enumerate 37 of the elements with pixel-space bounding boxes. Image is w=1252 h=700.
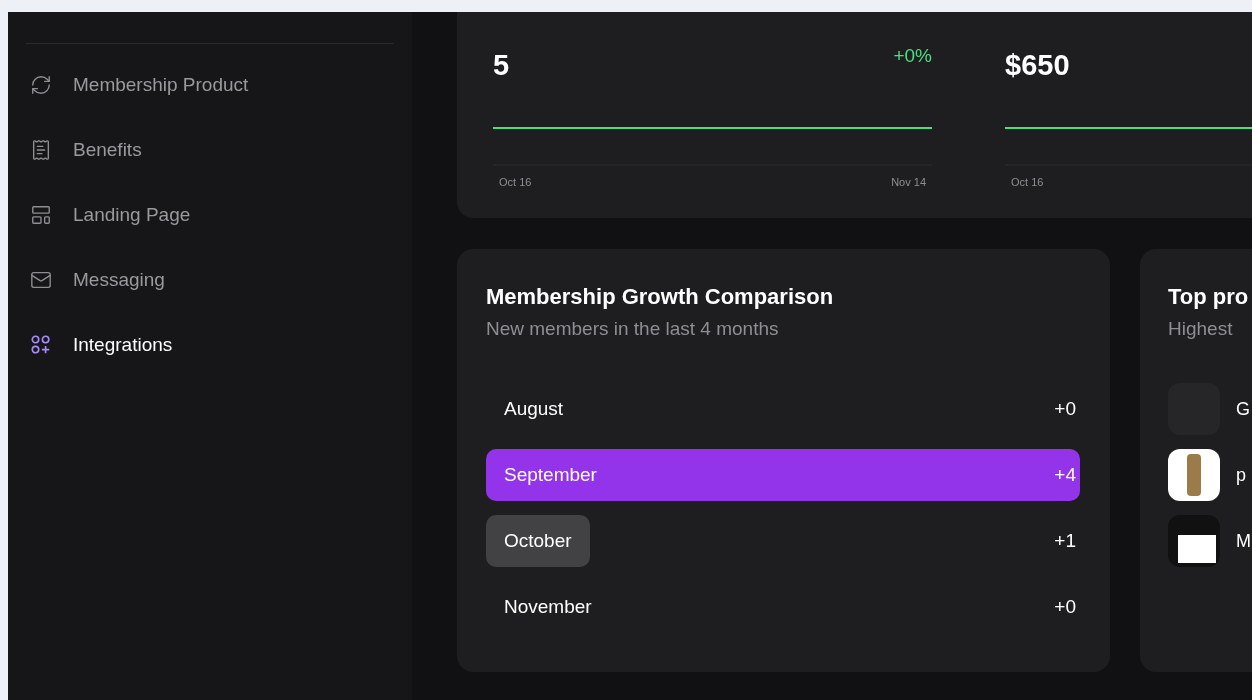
month-label: September xyxy=(503,462,598,487)
month-label: November xyxy=(503,594,593,619)
product-name: M xyxy=(1236,529,1251,553)
month-row[interactable]: September +4 xyxy=(486,449,1080,501)
growth-value: +0 xyxy=(1054,594,1076,619)
apps-icon xyxy=(30,334,52,356)
date-label: Oct 16 xyxy=(1011,175,1044,190)
date-label: Nov 14 xyxy=(891,175,926,190)
month-row[interactable]: October +1 xyxy=(486,515,1080,567)
growth-value: +0 xyxy=(1054,396,1076,421)
stat-value: $650 xyxy=(1005,51,1070,80)
card-title: Top pro xyxy=(1168,283,1250,311)
date-label: Oct 16 xyxy=(499,175,532,190)
product-name: p xyxy=(1236,463,1246,487)
mail-icon xyxy=(30,269,52,291)
month-label: August xyxy=(503,396,565,421)
layout-icon xyxy=(30,204,52,226)
nav-item[interactable]: Messaging xyxy=(26,258,394,302)
card-subtitle: Highest xyxy=(1168,316,1234,341)
nav-item[interactable]: Membership Product xyxy=(26,63,394,107)
stat-value: 5 xyxy=(493,51,510,80)
card-title: Membership Growth Comparison xyxy=(486,283,835,311)
month-row[interactable]: August +0 xyxy=(486,383,1080,435)
stat-change: +0% xyxy=(893,46,932,65)
nav-item[interactable]: Benefits xyxy=(26,128,394,172)
nav-item[interactable]: Integrations xyxy=(26,323,394,367)
refresh-icon xyxy=(30,74,52,96)
growth-value: +1 xyxy=(1054,528,1076,553)
card-subtitle: New members in the last 4 months xyxy=(486,316,780,341)
product-name: G xyxy=(1236,397,1250,421)
receipt-icon xyxy=(30,139,52,161)
growth-value: +4 xyxy=(1054,462,1076,487)
screenshot-thumbnail xyxy=(1168,515,1220,567)
nav-item[interactable]: Landing Page xyxy=(26,193,394,237)
month-label: October xyxy=(486,515,590,567)
photo-placeholder xyxy=(1168,449,1220,501)
month-row[interactable]: November +0 xyxy=(486,581,1080,633)
